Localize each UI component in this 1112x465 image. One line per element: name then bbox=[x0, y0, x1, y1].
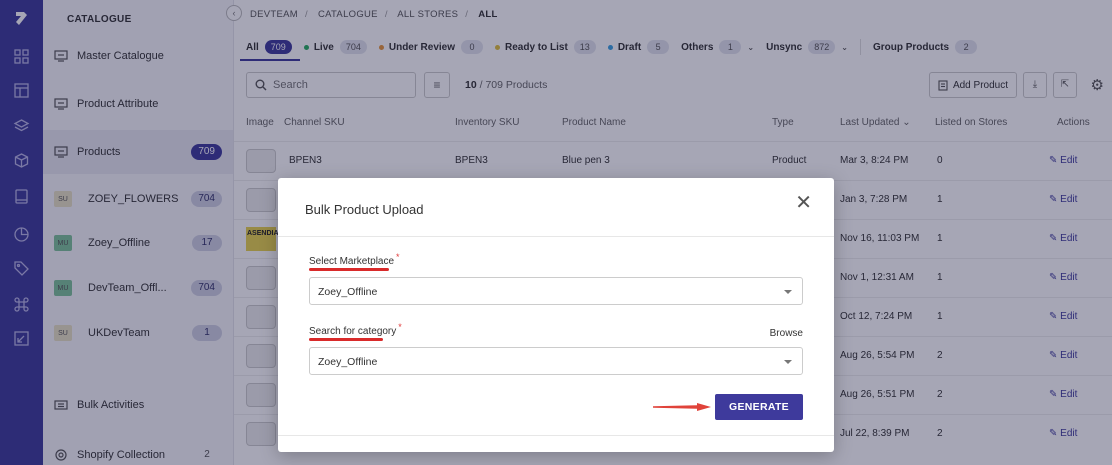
category-value: Zoey_Offline bbox=[318, 356, 378, 368]
marketplace-label: Select Marketplace * bbox=[309, 252, 400, 267]
category-label-text: Search for category bbox=[309, 326, 397, 337]
modal-title: Bulk Product Upload bbox=[305, 202, 424, 217]
required-mark: * bbox=[396, 252, 400, 262]
annotation-arrow-icon bbox=[653, 403, 711, 411]
marketplace-select[interactable]: Zoey_Offline bbox=[309, 277, 803, 305]
divider bbox=[278, 236, 834, 237]
annotation-underline bbox=[309, 338, 383, 341]
divider bbox=[278, 435, 834, 436]
chevron-down-icon bbox=[784, 360, 792, 364]
annotation-underline bbox=[309, 268, 389, 271]
marketplace-value: Zoey_Offline bbox=[318, 286, 378, 298]
bulk-upload-modal: Bulk Product Upload ✕ Select Marketplace… bbox=[278, 178, 834, 452]
generate-button[interactable]: GENERATE bbox=[715, 394, 803, 420]
marketplace-label-text: Select Marketplace bbox=[309, 256, 395, 267]
browse-link[interactable]: Browse bbox=[770, 328, 803, 339]
category-select[interactable]: Zoey_Offline bbox=[309, 347, 803, 375]
category-label: Search for category * bbox=[309, 322, 402, 337]
chevron-down-icon bbox=[784, 290, 792, 294]
close-icon[interactable]: ✕ bbox=[795, 193, 812, 213]
required-mark: * bbox=[398, 322, 402, 332]
